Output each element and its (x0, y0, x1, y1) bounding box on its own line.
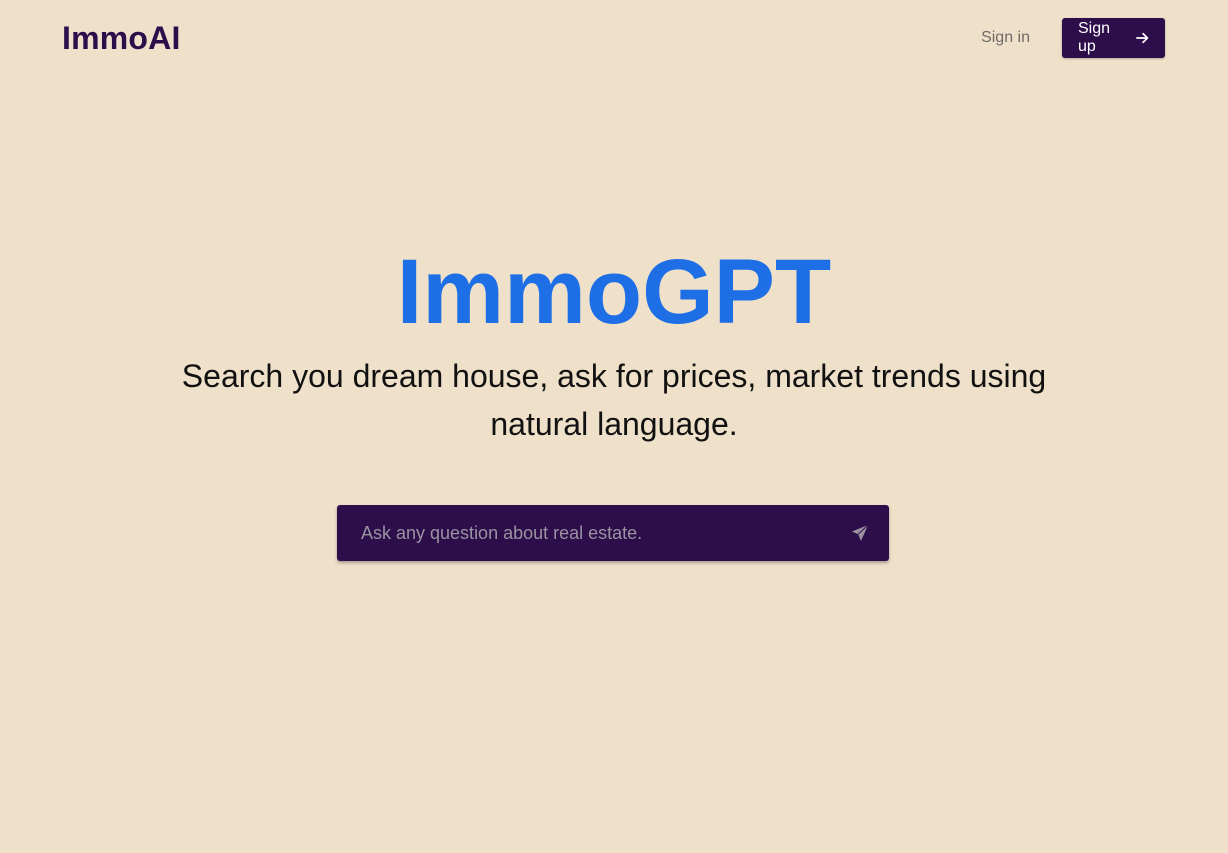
sign-up-label: Sign up (1078, 20, 1111, 55)
brand-logo[interactable]: ImmoAI (62, 18, 181, 58)
arrow-right-icon (1135, 32, 1148, 44)
sign-in-link[interactable]: Sign in (981, 18, 1030, 58)
send-button[interactable] (849, 522, 871, 544)
top-nav: Sign in Sign up (981, 18, 1165, 58)
sign-up-button[interactable]: Sign up (1062, 18, 1165, 58)
send-icon (852, 524, 869, 541)
hero-title: ImmoGPT (396, 241, 832, 343)
search-input[interactable] (361, 522, 849, 544)
hero-subtitle: Search you dream house, ask for prices, … (181, 358, 1047, 442)
landing-page: ImmoAI Sign in Sign up ImmoGPT Search yo… (0, 0, 1228, 853)
search-bar (337, 505, 889, 561)
